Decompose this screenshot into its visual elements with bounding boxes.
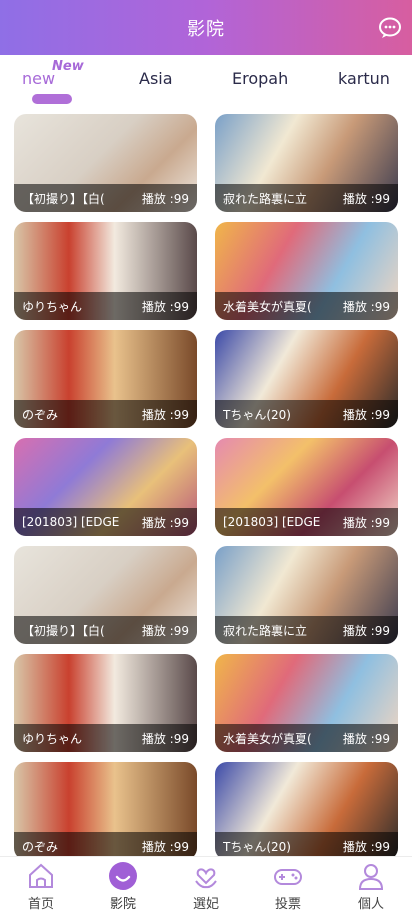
video-title: Tちゃん(20) xyxy=(223,839,291,854)
bottom-nav: 首页 影院 選妃 投票 個人 xyxy=(0,856,412,915)
video-title: [201803] [EDGE xyxy=(223,515,321,529)
video-caption: Tちゃん(20) 播放 :99 xyxy=(215,400,398,428)
nav-profile[interactable]: 個人 xyxy=(341,861,401,912)
tab-asia[interactable]: Asia xyxy=(139,69,173,88)
video-card[interactable]: Tちゃん(20) 播放 :99 xyxy=(215,762,398,856)
video-title: ゆりちゃん xyxy=(22,299,83,314)
play-count: 播放 :99 xyxy=(141,191,189,206)
tab-kartun[interactable]: kartun xyxy=(338,69,390,88)
video-caption: Tちゃん(20) 播放 :99 xyxy=(215,832,398,856)
nav-cinema[interactable]: 影院 xyxy=(93,861,153,912)
play-count: 播放 :99 xyxy=(342,407,390,422)
heart-hand-icon xyxy=(195,868,217,889)
video-card[interactable]: Tちゃん(20) 播放 :99 xyxy=(215,330,398,428)
nav-vote-label: 投票 xyxy=(274,897,301,912)
video-title: [201803] [EDGE xyxy=(22,515,120,529)
play-count: 播放 :99 xyxy=(342,731,390,746)
play-count: 播放 :99 xyxy=(342,839,390,854)
play-count: 播放 :99 xyxy=(141,839,189,854)
tab-new[interactable]: new xyxy=(22,69,55,88)
video-caption: 【初撮り】【白( 播放 :99 xyxy=(14,184,197,212)
video-card[interactable]: 【初撮り】【白( 播放 :99 xyxy=(14,114,197,212)
video-title: 【初撮り】【白( xyxy=(22,191,105,206)
app-header: 影院 xyxy=(0,0,412,55)
video-title: 寂れた路裏に立 xyxy=(223,191,308,206)
play-count: 播放 :99 xyxy=(342,515,390,530)
nav-select-label: 選妃 xyxy=(192,897,219,912)
video-card[interactable]: 寂れた路裏に立 播放 :99 xyxy=(215,546,398,644)
video-title: 水着美女が真夏( xyxy=(223,299,312,314)
video-caption: 寂れた路裏に立 播放 :99 xyxy=(215,184,398,212)
video-caption: ゆりちゃん 播放 :99 xyxy=(14,724,197,752)
video-card[interactable]: 寂れた路裏に立 播放 :99 xyxy=(215,114,398,212)
play-count: 播放 :99 xyxy=(342,623,390,638)
tab-indicator xyxy=(32,94,72,104)
user-icon xyxy=(358,864,384,890)
nav-cinema-label: 影院 xyxy=(109,897,136,912)
play-count: 播放 :99 xyxy=(141,731,189,746)
video-card[interactable]: [201803] [EDGE 播放 :99 xyxy=(215,438,398,536)
video-caption: [201803] [EDGE 播放 :99 xyxy=(14,508,197,536)
video-title: 寂れた路裏に立 xyxy=(223,623,308,638)
video-caption: ゆりちゃん 播放 :99 xyxy=(14,292,197,320)
video-card[interactable]: ゆりちゃん 播放 :99 xyxy=(14,222,197,320)
video-caption: のぞみ 播放 :99 xyxy=(14,832,197,856)
video-card[interactable]: 【初撮り】【白( 播放 :99 xyxy=(14,546,197,644)
video-card[interactable]: 水着美女が真夏( 播放 :99 xyxy=(215,222,398,320)
nav-select[interactable]: 選妃 xyxy=(176,861,236,912)
video-grid: 【初撮り】【白(播放 :99 寂れた路裏に立 播放 :99 ゆりちゃん 播放 :99 水着… xyxy=(0,114,412,856)
page-title: 影院 xyxy=(187,18,225,40)
smile-icon xyxy=(109,862,137,890)
video-card[interactable]: のぞみ 播放 :99 xyxy=(14,330,197,428)
video-caption: のぞみ 播放 :99 xyxy=(14,400,197,428)
nav-home[interactable]: 首页 xyxy=(11,861,71,912)
nav-vote[interactable]: 投票 xyxy=(258,861,318,912)
tab-eropah[interactable]: Eropah xyxy=(232,69,288,88)
video-card[interactable]: のぞみ 播放 :99 xyxy=(14,762,197,856)
play-count: 播放 :99 xyxy=(141,515,189,530)
video-card[interactable]: ゆりちゃん 播放 :99 xyxy=(14,654,197,752)
nav-profile-label: 個人 xyxy=(357,897,384,912)
play-count: 播放 :99 xyxy=(141,299,189,314)
nav-home-label: 首页 xyxy=(27,897,54,912)
play-count: 播放 :99 xyxy=(342,191,390,206)
gamepad-icon xyxy=(274,869,302,885)
video-title: 【初撮り】【白( xyxy=(22,623,105,638)
video-title: ゆりちゃん xyxy=(22,731,83,746)
video-caption: 水着美女が真夏( 播放 :99 xyxy=(215,724,398,752)
home-icon xyxy=(29,863,53,888)
video-caption: 水着美女が真夏( 播放 :99 xyxy=(215,292,398,320)
video-card[interactable]: [201803] [EDGE 播放 :99 xyxy=(14,438,197,536)
video-caption: 【初撮り】【白( 播放 :99 xyxy=(14,616,197,644)
play-count: 播放 :99 xyxy=(141,407,189,422)
video-title: 水着美女が真夏( xyxy=(223,731,312,746)
video-title: のぞみ xyxy=(22,839,59,854)
new-badge: New xyxy=(52,59,84,74)
chat-icon[interactable] xyxy=(378,16,402,40)
play-count: 播放 :99 xyxy=(141,623,189,638)
video-card[interactable]: 水着美女が真夏( 播放 :99 xyxy=(215,654,398,752)
video-title: Tちゃん(20) xyxy=(223,407,291,422)
video-caption: 寂れた路裏に立 播放 :99 xyxy=(215,616,398,644)
video-title: のぞみ xyxy=(22,407,59,422)
play-count: 播放 :99 xyxy=(342,299,390,314)
video-caption: [201803] [EDGE 播放 :99 xyxy=(215,508,398,536)
